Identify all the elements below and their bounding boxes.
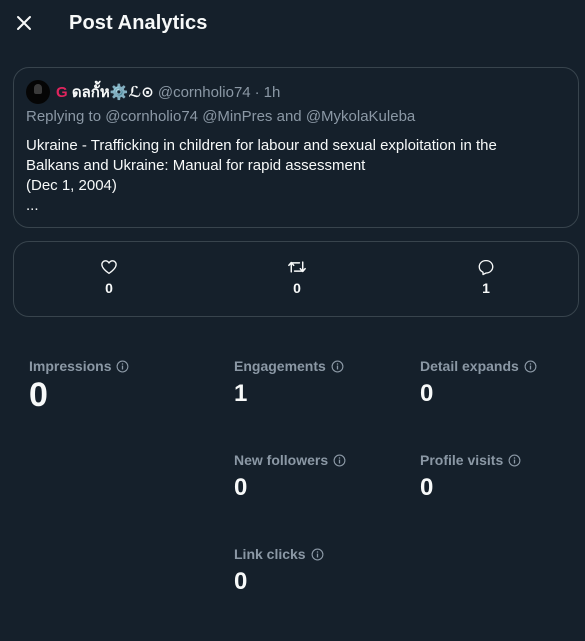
metric-value: 1 bbox=[234, 380, 248, 407]
engagement-stats: 0 0 1 bbox=[13, 241, 579, 317]
info-icon[interactable] bbox=[331, 360, 344, 373]
metric-value: 0 bbox=[420, 474, 434, 501]
detail-expands-metric: Detail expands 0 bbox=[420, 358, 537, 408]
user-handle[interactable]: @cornholio74 bbox=[158, 84, 251, 101]
post-card[interactable]: G ดลกั้ห⚙️ℒ⊙ @cornholio74 · 1h Replying … bbox=[13, 67, 579, 228]
display-name-text: ดลกั้ห⚙️ℒ⊙ bbox=[71, 84, 154, 101]
metric-value: 0 bbox=[420, 380, 434, 407]
mention-link[interactable]: @MykolaKuleba bbox=[306, 108, 415, 125]
page-title: Post Analytics bbox=[69, 12, 208, 34]
reply-prefix: Replying to bbox=[26, 108, 102, 125]
metric-value: 0 bbox=[29, 376, 48, 414]
metric-label: Detail expands bbox=[420, 358, 519, 374]
metric-label: Link clicks bbox=[234, 546, 306, 562]
metric-value: 0 bbox=[234, 474, 248, 501]
reply-and: and bbox=[276, 108, 302, 125]
metric-label: New followers bbox=[234, 452, 329, 468]
new-followers-metric: New followers 0 bbox=[234, 452, 346, 502]
reply-line: Replying to @cornholio74 @MinPres and @M… bbox=[26, 108, 415, 125]
post-text-line: ... bbox=[26, 197, 39, 214]
replies-count: 1 bbox=[482, 280, 490, 296]
mention-link[interactable]: @MinPres bbox=[202, 108, 272, 125]
likes-count: 0 bbox=[105, 280, 113, 296]
display-name[interactable]: G ดลกั้ห⚙️ℒ⊙ bbox=[56, 80, 154, 104]
link-clicks-metric: Link clicks 0 bbox=[234, 546, 324, 596]
metric-label: Profile visits bbox=[420, 452, 504, 468]
info-icon[interactable] bbox=[116, 360, 129, 373]
profile-visits-metric: Profile visits 0 bbox=[420, 452, 521, 502]
reposts-stat[interactable]: 0 bbox=[277, 258, 317, 296]
post-text-line: Ukraine - Trafficking in children for la… bbox=[26, 137, 497, 154]
avatar[interactable] bbox=[26, 80, 50, 104]
info-icon[interactable] bbox=[524, 360, 537, 373]
display-name-icon: G bbox=[56, 84, 68, 101]
replies-stat[interactable]: 1 bbox=[466, 258, 506, 296]
likes-stat[interactable]: 0 bbox=[89, 258, 129, 296]
info-icon[interactable] bbox=[311, 548, 324, 561]
close-icon bbox=[16, 15, 32, 36]
post-time[interactable]: 1h bbox=[264, 84, 281, 101]
separator: · bbox=[254, 83, 260, 101]
post-text-line: Balkans and Ukraine: Manual for rapid as… bbox=[26, 157, 366, 174]
impressions-metric: Impressions 0 bbox=[29, 358, 129, 415]
post-text: Ukraine - Trafficking in children for la… bbox=[26, 136, 566, 216]
header: Post Analytics bbox=[0, 0, 585, 52]
metric-label: Impressions bbox=[29, 358, 112, 374]
metric-value: 0 bbox=[234, 568, 248, 595]
post-text-line: (Dec 1, 2004) bbox=[26, 177, 117, 194]
reply-icon bbox=[466, 258, 506, 276]
info-icon[interactable] bbox=[508, 454, 521, 467]
mention-link[interactable]: @cornholio74 bbox=[105, 108, 198, 125]
retweet-icon bbox=[277, 258, 317, 276]
engagements-metric: Engagements 1 bbox=[234, 358, 344, 408]
post-header: G ดลกั้ห⚙️ℒ⊙ @cornholio74 · 1h bbox=[26, 80, 280, 104]
metric-label: Engagements bbox=[234, 358, 326, 374]
info-icon[interactable] bbox=[333, 454, 346, 467]
heart-icon bbox=[89, 258, 129, 276]
reposts-count: 0 bbox=[293, 280, 301, 296]
close-button[interactable] bbox=[12, 13, 36, 37]
